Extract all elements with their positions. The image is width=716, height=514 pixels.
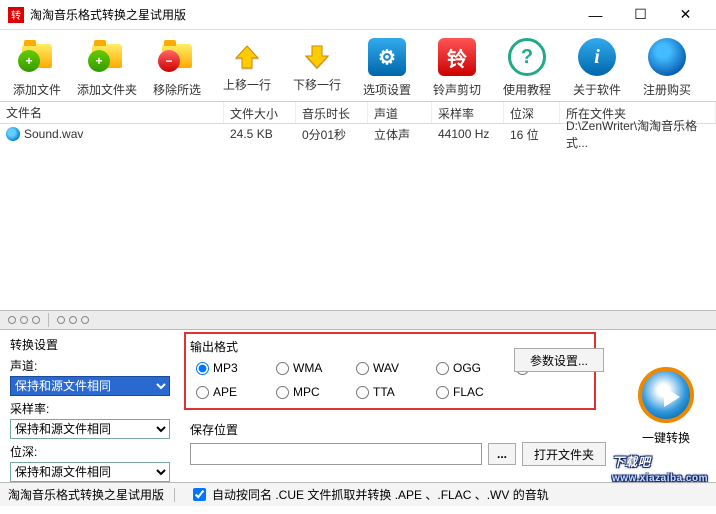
about-label: 关于软件 (573, 81, 621, 98)
settings-panel: 转换设置 声道: 保持和源文件相同 采样率: 保持和源文件相同 位深: 保持和源… (0, 330, 716, 482)
samplerate-label: 采样率: (10, 400, 170, 417)
ringtone-icon: 铃 (437, 37, 477, 77)
move-down-icon (301, 42, 333, 72)
move-up-label: 上移一行 (223, 76, 271, 93)
format-radio-wav[interactable]: WAV (356, 361, 436, 375)
file-channel: 立体声 (368, 124, 432, 145)
title-bar: 转 淘淘音乐格式转换之星试用版 ― ☐ ✕ (0, 0, 716, 30)
remove-selected-button[interactable]: − 移除所选 (142, 34, 212, 101)
samplerate-select[interactable]: 保持和源文件相同 (10, 419, 170, 439)
close-button[interactable]: ✕ (663, 1, 708, 29)
add-file-label: 添加文件 (13, 81, 61, 98)
window-title: 淘淘音乐格式转换之星试用版 (30, 6, 573, 23)
file-bitdepth: 16 位 (504, 124, 560, 145)
bitdepth-select[interactable]: 保持和源文件相同 (10, 462, 170, 482)
minimize-button[interactable]: ― (573, 1, 618, 29)
file-size: 24.5 KB (224, 125, 296, 143)
format-radio-wma[interactable]: WMA (276, 361, 356, 375)
file-list: 文件名 文件大小 音乐时长 声道 采样率 位深 所在文件夹 Sound.wav … (0, 102, 716, 310)
tutorial-button[interactable]: ? 使用教程 (492, 34, 562, 101)
output-settings: 输出格式 MP3WMAWAVOGGWV APEMPCTTAFLAC 参数设置..… (180, 330, 616, 482)
col-duration[interactable]: 音乐时长 (296, 102, 368, 123)
file-duration: 0分01秒 (296, 124, 368, 145)
bitdepth-label: 位深: (10, 443, 170, 460)
move-up-icon (231, 42, 263, 72)
convert-button-label[interactable]: 一键转换 (642, 429, 690, 446)
col-channel[interactable]: 声道 (368, 102, 432, 123)
file-folder: D:\ZenWriter\淘淘音乐格式... (560, 115, 716, 153)
app-icon: 转 (8, 7, 24, 23)
about-icon: i (577, 37, 617, 77)
format-radio-ogg[interactable]: OGG (436, 361, 516, 375)
auto-cue-label: 自动按同名 .CUE 文件抓取并转换 .APE 、.FLAC 、.WV 的音轨 (212, 486, 549, 503)
ringtone-label: 铃声剪切 (433, 81, 481, 98)
auto-cue-checkbox[interactable] (193, 488, 206, 501)
toolbar: + 添加文件 + 添加文件夹 − 移除所选 上移一行 下移一行 ⚙ 选项设置 铃… (0, 30, 716, 102)
register-icon (647, 37, 687, 77)
tutorial-icon: ? (507, 37, 547, 77)
format-radio-ape[interactable]: APE (196, 385, 276, 399)
param-settings-button[interactable]: 参数设置... (514, 348, 604, 372)
format-radio-flac[interactable]: FLAC (436, 385, 516, 399)
tutorial-label: 使用教程 (503, 81, 551, 98)
add-folder-label: 添加文件夹 (77, 81, 137, 98)
channel-label: 声道: (10, 357, 170, 374)
col-size[interactable]: 文件大小 (224, 102, 296, 123)
add-file-icon: + (17, 37, 57, 77)
move-down-label: 下移一行 (293, 76, 341, 93)
col-bitdepth[interactable]: 位深 (504, 102, 560, 123)
move-down-button[interactable]: 下移一行 (282, 34, 352, 101)
file-row[interactable]: Sound.wav 24.5 KB 0分01秒 立体声 44100 Hz 16 … (0, 124, 716, 144)
save-location-input[interactable] (190, 443, 482, 465)
audio-file-icon (6, 127, 20, 141)
status-app-name: 淘淘音乐格式转换之星试用版 (8, 486, 164, 503)
convert-area: 一键转换 (616, 330, 716, 482)
maximize-button[interactable]: ☐ (618, 1, 663, 29)
browse-button[interactable]: ... (488, 443, 516, 465)
col-filename[interactable]: 文件名 (0, 102, 224, 123)
add-folder-icon: + (87, 37, 127, 77)
remove-icon: − (157, 37, 197, 77)
col-samplerate[interactable]: 采样率 (432, 102, 504, 123)
options-label: 选项设置 (363, 81, 411, 98)
add-file-button[interactable]: + 添加文件 (2, 34, 72, 101)
about-button[interactable]: i 关于软件 (562, 34, 632, 101)
register-label: 注册购买 (643, 81, 691, 98)
pane-splitter[interactable] (0, 310, 716, 330)
ringtone-button[interactable]: 铃 铃声剪切 (422, 34, 492, 101)
open-folder-button[interactable]: 打开文件夹 (522, 442, 606, 466)
format-radio-mpc[interactable]: MPC (276, 385, 356, 399)
status-bar: 淘淘音乐格式转换之星试用版 自动按同名 .CUE 文件抓取并转换 .APE 、.… (0, 482, 716, 506)
add-folder-button[interactable]: + 添加文件夹 (72, 34, 142, 101)
conversion-settings: 转换设置 声道: 保持和源文件相同 采样率: 保持和源文件相同 位深: 保持和源… (0, 330, 180, 482)
file-name: Sound.wav (24, 127, 83, 141)
format-radio-tta[interactable]: TTA (356, 385, 436, 399)
register-button[interactable]: 注册购买 (632, 34, 702, 101)
file-samplerate: 44100 Hz (432, 125, 504, 143)
convert-icon[interactable] (638, 367, 694, 423)
settings-title: 转换设置 (10, 336, 170, 353)
save-location-label: 保存位置 (190, 421, 606, 438)
format-radio-mp3[interactable]: MP3 (196, 361, 276, 375)
options-icon: ⚙ (367, 37, 407, 77)
channel-select[interactable]: 保持和源文件相同 (10, 376, 170, 396)
options-button[interactable]: ⚙ 选项设置 (352, 34, 422, 101)
move-up-button[interactable]: 上移一行 (212, 34, 282, 101)
remove-label: 移除所选 (153, 81, 201, 98)
